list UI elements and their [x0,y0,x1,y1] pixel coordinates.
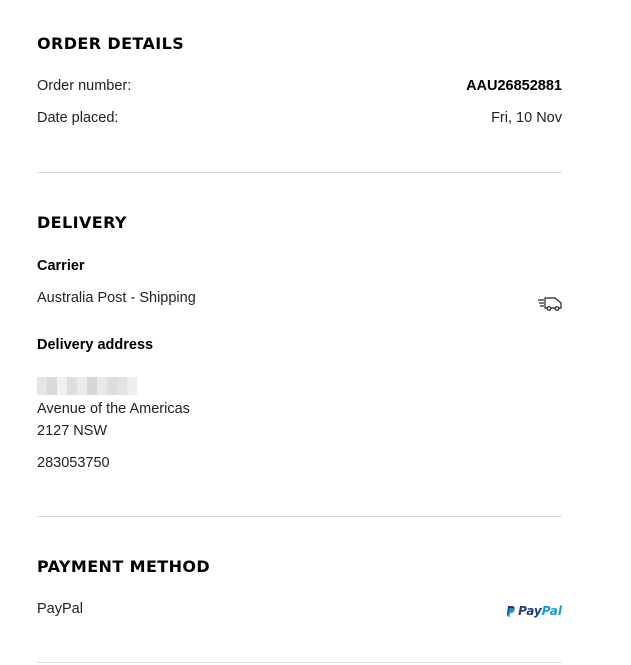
order-details-title: ORDER DETAILS [37,34,185,53]
paypal-logo-pal: Pal [541,604,562,618]
delivery-address-heading: Delivery address [37,337,154,353]
order-number-value: AAU26852881 [466,78,562,94]
address-line-1: Avenue of the Americas [37,401,190,417]
redacted-name [37,377,137,395]
date-placed-row: Date placed: Fri, 10 Nov [37,110,562,126]
phone-number: 283053750 [37,455,110,471]
delivery-title: DELIVERY [37,213,127,232]
payment-method-value: PayPal [37,601,83,617]
carrier-value: Australia Post - Shipping [37,290,196,306]
order-number-row: Order number: AAU26852881 [37,78,562,94]
order-number-label: Order number: [37,78,132,94]
section-divider [37,172,562,173]
section-divider [37,516,562,517]
date-placed-label: Date placed: [37,110,119,126]
address-line-2: 2127 NSW [37,423,108,439]
order-summary-page: ORDER DETAILS Order number: AAU26852881 … [0,0,631,665]
date-placed-value: Fri, 10 Nov [491,110,562,126]
paypal-logo-pay: Pay [518,604,542,618]
payment-method-title: PAYMENT METHOD [37,557,211,576]
section-divider [37,662,562,663]
delivery-truck-icon [537,296,563,317]
carrier-heading: Carrier [37,258,85,274]
paypal-logo-icon: PayPal [506,604,562,618]
paypal-p-icon [506,605,515,617]
